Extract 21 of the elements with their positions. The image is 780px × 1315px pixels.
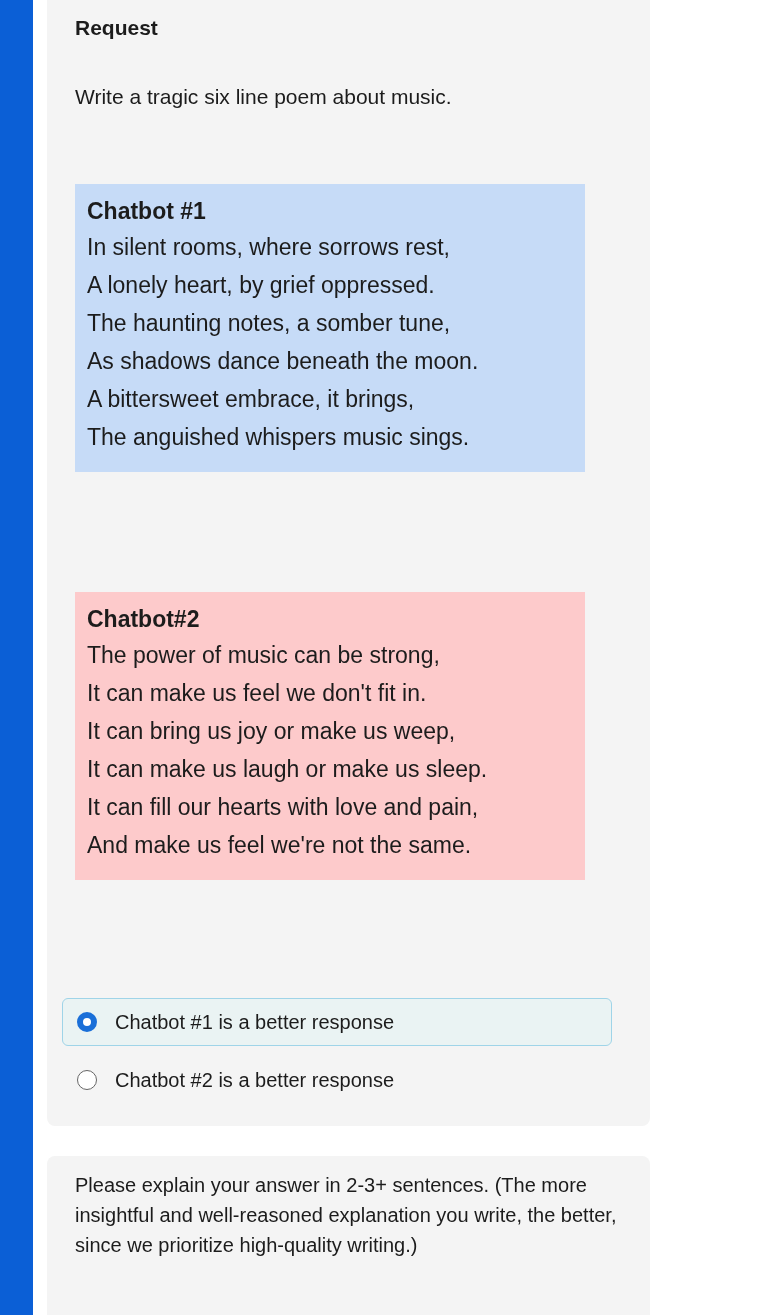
poem-line: A bittersweet embrace, it brings,: [87, 385, 416, 414]
radio-button[interactable]: [77, 1012, 97, 1032]
poem-line: It can make us laugh or make us sleep.: [87, 755, 489, 784]
response-title: Chatbot#2: [87, 605, 201, 634]
poem-line: It can fill our hearts with love and pain,: [87, 793, 480, 822]
radio-button[interactable]: [77, 1070, 97, 1090]
poem-line: The anguished whispers music sings.: [87, 423, 471, 452]
request-heading: Request: [75, 16, 159, 40]
poem-line: As shadows dance beneath the moon.: [87, 347, 480, 376]
poem-line: It can make us feel we don't fit in.: [87, 679, 428, 708]
poem-line: In silent rooms, where sorrows rest,: [87, 233, 451, 262]
poem-line: And make us feel we're not the same.: [87, 831, 473, 860]
explanation-instruction: Please explain your answer in 2-3+ sentences. (The more insightful and well-reasoned explanation you write, the better, since we prioritize high-quality writing.): [75, 1173, 618, 1258]
response-option[interactable]: Chatbot #2 is a better response: [62, 1056, 612, 1104]
response-title: Chatbot #1: [87, 197, 207, 226]
request-prompt: Write a tragic six line poem about music.: [75, 85, 453, 109]
poem-line: The power of music can be strong,: [87, 641, 441, 670]
poem-line: A lonely heart, by grief oppressed.: [87, 271, 436, 300]
response-option[interactable]: Chatbot #1 is a better response: [62, 998, 612, 1046]
poem-line: It can bring us joy or make us weep,: [87, 717, 457, 746]
poem-line: The haunting notes, a somber tune,: [87, 309, 452, 338]
